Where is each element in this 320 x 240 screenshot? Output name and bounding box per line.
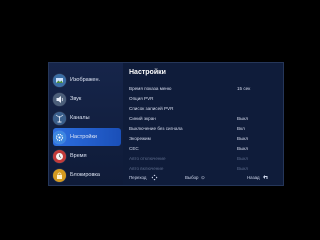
sidebar-item-channels[interactable]: Каналы: [53, 109, 121, 127]
row-value: 15 сек: [237, 85, 251, 91]
sidebar-item-settings[interactable]: Настройки: [53, 128, 121, 146]
pvr-recordings-row[interactable]: Список записей PVR: [129, 104, 277, 112]
sidebar-item-label: Блокировка: [70, 172, 100, 178]
eco-mode-row[interactable]: Экорежим Выкл: [129, 134, 277, 142]
sidebar-item-time[interactable]: Время: [53, 147, 121, 165]
row-value: Выкл: [237, 145, 249, 151]
row-value: Выкл: [237, 115, 249, 121]
pvr-option-row[interactable]: Опция PVR: [129, 94, 277, 102]
picture-icon: [53, 73, 66, 87]
row-value: Выкл: [237, 155, 249, 161]
row-label: Авто отключение: [129, 155, 166, 161]
move-hint-label: Переход: [129, 175, 147, 180]
sidebar-item-sound[interactable]: Звук: [53, 90, 121, 108]
back-hint-label: Назад: [247, 175, 260, 180]
sidebar-item-label: Настройки: [70, 134, 97, 140]
return-arrow-icon: [262, 174, 269, 182]
row-label: Экорежим: [129, 135, 151, 141]
settings-icon: [53, 130, 66, 144]
sidebar-item-label: Время: [70, 153, 87, 159]
clock-icon: [53, 149, 66, 163]
sidebar: Изображен. Звук Каналы Настройки Время Б…: [49, 63, 123, 185]
auto-off-row: Авто отключение Выкл: [129, 154, 277, 162]
sidebar-item-label: Звук: [70, 96, 82, 102]
menu-display-time-row[interactable]: Время показа меню 15 сек: [129, 84, 277, 92]
select-hint-label: Выбор: [185, 175, 199, 180]
lock-icon: [53, 168, 66, 182]
dpad-icon: [151, 174, 158, 182]
row-label: Синий экран: [129, 115, 156, 121]
row-label: Авто включение: [129, 165, 164, 171]
row-label: CEC: [129, 145, 139, 151]
antenna-icon: [53, 111, 66, 125]
row-label: Список записей PVR: [129, 105, 174, 111]
page-title: Настройки: [129, 69, 166, 76]
no-signal-off-row[interactable]: Выключение без сигнала Вкл: [129, 124, 277, 132]
sidebar-item-lock[interactable]: Блокировка: [53, 166, 121, 184]
blue-screen-row[interactable]: Синий экран Выкл: [129, 114, 277, 122]
row-label: Опция PVR: [129, 95, 154, 101]
speaker-icon: [53, 92, 66, 106]
ok-icon: ⊙: [201, 175, 205, 180]
row-value: Вкл: [237, 125, 245, 131]
sidebar-item-label: Изображен.: [70, 77, 101, 83]
sidebar-item-label: Каналы: [70, 115, 90, 121]
row-value: Выкл: [237, 165, 249, 171]
row-label: Выключение без сигнала: [129, 125, 183, 131]
row-value: Выкл: [237, 135, 249, 141]
sidebar-item-picture[interactable]: Изображен.: [53, 71, 121, 89]
settings-content: Настройки Время показа меню 15 сек Опция…: [127, 63, 283, 185]
auto-on-row: Авто включение Выкл: [129, 164, 277, 172]
settings-menu-panel: Изображен. Звук Каналы Настройки Время Б…: [48, 62, 284, 186]
cec-row[interactable]: CEC Выкл: [129, 144, 277, 152]
row-label: Время показа меню: [129, 85, 172, 91]
footer-hints: Переход Выбор ⊙ Назад: [129, 174, 277, 183]
